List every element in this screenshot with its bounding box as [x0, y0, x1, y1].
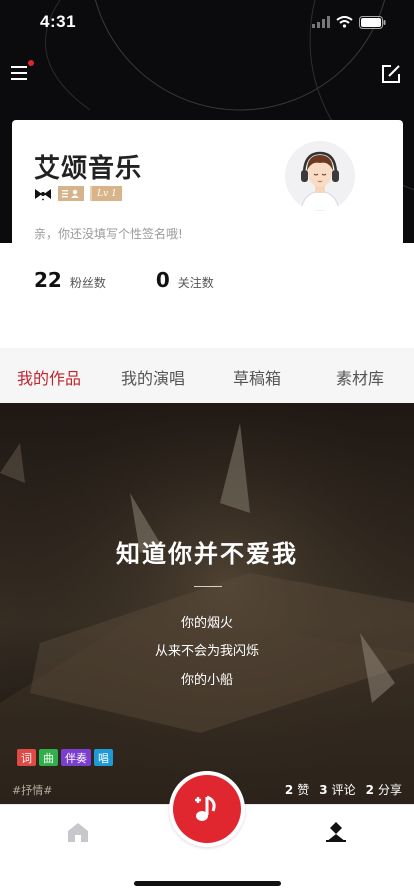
create-music-button[interactable]: [169, 771, 245, 847]
shares-count: 2: [365, 783, 374, 797]
work-cover-image: [0, 403, 414, 804]
profile-signature[interactable]: 亲，你还没填写个性签名哦!: [34, 225, 183, 242]
fans-count[interactable]: 22: [34, 268, 62, 292]
music-add-icon: [195, 795, 216, 821]
tag-vocal: 唱: [94, 749, 113, 766]
profile-badges: Lv 1: [34, 186, 122, 201]
signal-icon: [312, 16, 330, 28]
lyric-line: 你的烟火: [180, 616, 233, 631]
title-divider: [194, 586, 222, 587]
profile-stats: 22 粉丝数 0 关注数: [34, 268, 214, 292]
comments-count: 3: [319, 783, 328, 797]
avatar-illustration: [285, 141, 355, 211]
shares-label: 分享: [377, 783, 402, 797]
bow-tie-icon: [35, 188, 51, 200]
likes-count: 2: [284, 783, 294, 797]
work-hashtag[interactable]: #抒情#: [12, 782, 52, 798]
me-icon[interactable]: [324, 821, 348, 843]
level-badge: Lv 1: [90, 186, 122, 201]
wifi-icon: [336, 16, 353, 28]
status-time: 4:31: [40, 12, 77, 31]
avatar[interactable]: [285, 141, 355, 211]
notification-dot: [28, 60, 34, 66]
work-title: 知道你并不爱我: [116, 540, 298, 568]
vip-badge: [58, 186, 84, 201]
likes-label: 赞: [297, 783, 310, 797]
work-counts: 2赞 3 评论 2 分享: [285, 781, 402, 798]
content-tabs: 我的作品 我的演唱 草稿箱 素材库: [0, 348, 414, 403]
home-icon[interactable]: [66, 821, 90, 843]
profile-card: 艾颂音乐 Lv 1 亲，你还没填写个性签名哦! 22 粉丝数 0 关注数: [12, 120, 403, 326]
shares[interactable]: 2 分享: [366, 781, 402, 798]
tab-my-works[interactable]: 我的作品: [17, 365, 81, 389]
tag-melody: 曲: [39, 749, 58, 766]
following-label[interactable]: 关注数: [178, 274, 214, 291]
fans-label[interactable]: 粉丝数: [70, 274, 106, 291]
list-user-icon: [62, 189, 79, 198]
tag-accompaniment: 伴奏: [61, 749, 91, 766]
status-bar: 4:31: [0, 0, 414, 44]
likes[interactable]: 2赞: [285, 781, 309, 798]
tab-my-singing[interactable]: 我的演唱: [121, 365, 185, 389]
comments[interactable]: 3 评论: [319, 781, 355, 798]
lyric-line: 从来不会为我闪烁: [154, 644, 259, 659]
home-indicator: [134, 881, 281, 886]
tab-drafts[interactable]: 草稿箱: [233, 365, 281, 389]
tab-materials[interactable]: 素材库: [336, 365, 384, 389]
battery-icon: [359, 15, 386, 29]
edit-icon[interactable]: [380, 63, 402, 85]
status-icons: [312, 15, 386, 29]
work-tags: 词 曲 伴奏 唱: [17, 749, 113, 766]
profile-name: 艾颂音乐: [34, 154, 143, 184]
create-music-button-inner: [173, 775, 241, 843]
following-count[interactable]: 0: [156, 268, 170, 292]
tag-lyrics: 词: [17, 749, 36, 766]
work-card[interactable]: 知道你并不爱我 你的烟火 从来不会为我闪烁 你的小船 词 曲 伴奏 唱 #抒情#…: [0, 403, 414, 804]
lyric-line: 你的小船: [180, 673, 233, 688]
comments-label: 评论: [331, 783, 356, 797]
